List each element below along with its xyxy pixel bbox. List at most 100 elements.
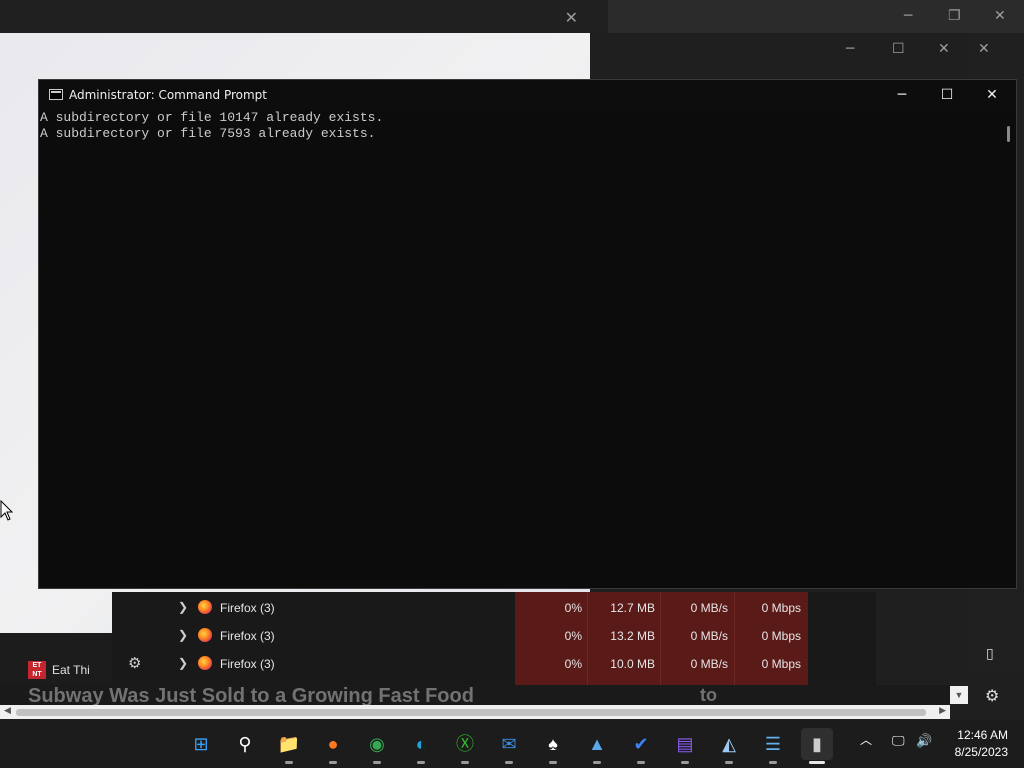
command-prompt-icon-glyph: ▮	[812, 734, 822, 754]
site-logo: ET NT	[28, 661, 46, 679]
clock-time[interactable]: 12:46 AM	[950, 728, 1008, 742]
news-headline[interactable]: Subway Was Just Sold to a Growing Fast F…	[0, 685, 950, 707]
running-indicator	[417, 761, 425, 764]
console-line: A subdirectory or file 7593 already exis…	[40, 126, 376, 141]
resource-monitor-icon[interactable]: ◭	[713, 728, 745, 764]
disk-cell: 0 MB/s	[690, 601, 728, 615]
disk-cell: 0 MB/s	[690, 657, 728, 671]
close-icon[interactable]: ✕	[978, 41, 990, 57]
search-icon[interactable]: ⚲	[229, 728, 261, 760]
chrome-icon-glyph: ◉	[369, 734, 385, 754]
running-indicator	[769, 761, 777, 764]
console-output[interactable]: A subdirectory or file 10147 already exi…	[39, 110, 999, 588]
photos-icon[interactable]: ▲	[581, 728, 613, 764]
memory-cell: 13.2 MB	[610, 629, 655, 643]
command-prompt-icon[interactable]: ▮	[801, 728, 833, 764]
process-name: Firefox (3)	[220, 601, 275, 615]
solitaire-icon-glyph: ♠	[548, 734, 558, 754]
running-indicator	[373, 761, 381, 764]
close-icon[interactable]: ✕	[565, 8, 578, 28]
cpu-cell: 0%	[564, 629, 582, 643]
mail-icon[interactable]: ✉	[493, 728, 525, 764]
maximize-icon[interactable]: ☐	[892, 41, 905, 57]
xbox-icon-glyph: Ⓧ	[456, 734, 474, 754]
firefox-icon	[198, 628, 212, 642]
start-icon-glyph: ⊞	[193, 734, 209, 754]
minimize-icon[interactable]: ─	[904, 8, 912, 24]
network-cell: 0 Mbps	[761, 601, 801, 615]
running-indicator	[329, 761, 337, 764]
command-prompt-window[interactable]: Administrator: Command Prompt ─ ☐ ✕ A su…	[38, 79, 1017, 589]
close-icon[interactable]: ✕	[938, 41, 950, 57]
console-line: A subdirectory or file 10147 already exi…	[40, 110, 384, 125]
file-explorer-icon[interactable]: 📁	[273, 728, 305, 764]
network-cell: 0 Mbps	[761, 629, 801, 643]
chevron-right-icon[interactable]: ❯	[178, 656, 188, 670]
restore-icon[interactable]: ❐	[948, 8, 961, 24]
cpu-cell: 0%	[564, 601, 582, 615]
search-icon-glyph: ⚲	[238, 734, 252, 754]
task-manager-sidebar: ▯ ⚙	[980, 630, 1010, 705]
volume-icon[interactable]: 🔊	[916, 733, 932, 749]
running-indicator	[549, 761, 557, 764]
running-indicator	[725, 761, 733, 764]
close-icon[interactable]: ✕	[994, 8, 1006, 24]
firefox-icon[interactable]: ●	[317, 728, 349, 764]
minimize-icon[interactable]: ─	[846, 41, 854, 57]
scroll-right-arrow-icon[interactable]: ▶	[939, 705, 946, 716]
site-name: Eat Thi	[52, 663, 90, 677]
scroll-left-arrow-icon[interactable]: ◀	[4, 705, 11, 716]
network-icon[interactable]: 🖵	[892, 733, 905, 749]
edge-icon[interactable]: ◐	[405, 728, 437, 764]
scroll-down-arrow-icon[interactable]: ▼	[950, 686, 968, 704]
start-icon[interactable]: ⊞	[185, 728, 217, 760]
clipchamp-icon-glyph: ▤	[676, 734, 694, 754]
table-row[interactable]: ❯ Firefox (3) 0% 10.0 MB 0 MB/s 0 Mbps	[112, 650, 876, 678]
minimize-button[interactable]: ─	[879, 80, 925, 110]
window-title: Administrator: Command Prompt	[69, 88, 267, 102]
notepad-icon[interactable]: ☰	[757, 728, 789, 764]
chrome-icon[interactable]: ◉	[361, 728, 393, 764]
chevron-right-icon[interactable]: ❯	[178, 600, 188, 614]
window-titlebar[interactable]: Administrator: Command Prompt ─ ☐ ✕	[39, 80, 1016, 110]
background-window-titlebar: ✕	[0, 0, 608, 33]
horizontal-scrollbar[interactable]: ◀ ▶	[0, 705, 950, 719]
scrollbar-thumb[interactable]	[1007, 126, 1010, 142]
solitaire-icon[interactable]: ♠	[537, 728, 569, 764]
process-name: Firefox (3)	[220, 657, 275, 671]
background-window-right-titlebar: ─ ❐ ✕	[608, 0, 1024, 33]
process-name: Firefox (3)	[220, 629, 275, 643]
running-indicator	[637, 761, 645, 764]
settings-gear-icon[interactable]: ⚙	[985, 686, 999, 705]
notepad-icon-glyph: ☰	[764, 734, 782, 754]
running-indicator	[809, 761, 825, 764]
todo-icon-glyph: ✔	[633, 734, 649, 754]
mail-icon-glyph: ✉	[501, 734, 517, 754]
settings-gear-icon[interactable]: ⚙	[128, 654, 141, 672]
running-indicator	[461, 761, 469, 764]
running-indicator	[681, 761, 689, 764]
todo-icon[interactable]: ✔	[625, 728, 657, 764]
table-row[interactable]: ❯ Firefox (3) 0% 12.7 MB 0 MB/s 0 Mbps	[112, 594, 876, 622]
running-indicator	[593, 761, 601, 764]
firefox-icon-glyph: ●	[327, 734, 339, 754]
table-row[interactable]: ❯ Firefox (3) 0% 13.2 MB 0 MB/s 0 Mbps	[112, 622, 876, 650]
cpu-cell: 0%	[564, 657, 582, 671]
panel-toggle-icon[interactable]: ▯	[986, 646, 994, 662]
chevron-up-icon[interactable]: ︿	[860, 731, 872, 748]
resource-monitor-icon-glyph: ◭	[722, 734, 736, 754]
chevron-right-icon[interactable]: ❯	[178, 628, 188, 642]
clipchamp-icon[interactable]: ▤	[669, 728, 701, 764]
disk-cell: 0 MB/s	[690, 629, 728, 643]
file-explorer-icon-glyph: 📁	[277, 734, 301, 754]
headline-text-right: to	[700, 685, 717, 705]
edge-icon-glyph: ◐	[415, 734, 427, 754]
maximize-button[interactable]: ☐	[924, 80, 970, 110]
memory-cell: 10.0 MB	[610, 657, 655, 671]
running-indicator	[285, 761, 293, 764]
clock-date[interactable]: 8/25/2023	[950, 745, 1008, 759]
xbox-icon[interactable]: Ⓧ	[449, 728, 481, 764]
close-button[interactable]: ✕	[969, 80, 1015, 110]
firefox-icon	[198, 656, 212, 670]
scrollbar-thumb[interactable]	[16, 709, 926, 716]
